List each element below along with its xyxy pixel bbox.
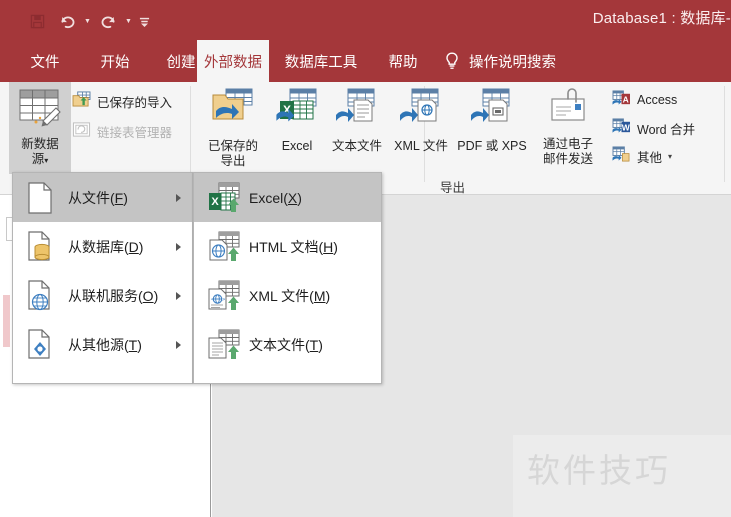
submenu-arrow-icon bbox=[176, 340, 181, 349]
export-more-label: 其他 bbox=[637, 150, 663, 165]
submenu-arrow-icon bbox=[176, 291, 181, 300]
menu-item-from-online-service-label: 从联机服务(O) bbox=[68, 287, 159, 304]
ribbon-separator-3 bbox=[724, 86, 725, 182]
xml-file-export-icon bbox=[398, 87, 444, 136]
new-data-source-icon bbox=[16, 87, 64, 134]
submenu-item-text-file[interactable]: 文本文件(T) bbox=[194, 320, 381, 369]
export-access-label: Access bbox=[637, 93, 678, 107]
online-service-icon bbox=[26, 279, 68, 313]
tell-me-label: 操作说明搜索 bbox=[469, 54, 556, 71]
excel-icon: X bbox=[207, 180, 249, 216]
database-icon bbox=[26, 230, 68, 264]
tell-me-search[interactable]: 操作说明搜索 bbox=[444, 40, 556, 82]
linked-table-manager-label: 链接表管理器 bbox=[97, 125, 173, 140]
window-title: Database1 : 数据库- bbox=[592, 10, 731, 27]
submenu-item-excel[interactable]: X Excel(X) bbox=[194, 173, 381, 222]
undo-dropdown-icon[interactable]: ▼ bbox=[82, 9, 93, 33]
tab-file[interactable]: 文件 bbox=[16, 40, 74, 82]
saved-exports-label: 已保存的 导出 bbox=[207, 139, 258, 168]
email-attachment-icon bbox=[546, 87, 590, 134]
lightbulb-icon bbox=[444, 51, 460, 71]
new-data-source-menu: 从文件(F) 从数据库(D) 从联机服务(O) 从其他源(T) bbox=[12, 172, 193, 384]
text-file-export-icon bbox=[334, 87, 380, 136]
access-export-icon: A bbox=[612, 90, 631, 110]
export-excel-button[interactable]: X Excel bbox=[270, 82, 324, 154]
export-pdf-xps-button[interactable]: PDF 或 XPS bbox=[456, 82, 528, 154]
svg-text:<: < bbox=[211, 297, 214, 303]
export-access-button[interactable]: A Access bbox=[612, 90, 677, 110]
export-xml-file-label: XML 文件 bbox=[394, 139, 448, 153]
svg-text:>: > bbox=[222, 297, 225, 303]
export-email-button[interactable]: 通过电子 邮件发送 bbox=[532, 82, 604, 167]
customize-qat-icon[interactable] bbox=[134, 9, 154, 33]
menu-item-from-other-source-label: 从其他源(T) bbox=[68, 336, 142, 353]
export-more-caret-icon[interactable]: ▾ bbox=[668, 152, 672, 161]
tab-database-tools[interactable]: 数据库工具 bbox=[275, 40, 367, 82]
tab-external-data[interactable]: 外部数据 bbox=[197, 40, 269, 82]
submenu-arrow-icon bbox=[176, 193, 181, 202]
linked-table-manager-icon bbox=[72, 121, 91, 141]
text-file-icon bbox=[207, 327, 249, 363]
svg-text:X: X bbox=[211, 196, 219, 208]
export-word-merge-label: Word 合并 bbox=[637, 122, 696, 137]
export-text-file-label: 文本文件 bbox=[331, 139, 382, 153]
undo-icon[interactable] bbox=[52, 9, 82, 33]
menu-item-from-online-service[interactable]: 从联机服务(O) bbox=[13, 271, 192, 320]
watermark-text: 软件技巧 bbox=[527, 451, 671, 490]
tab-help[interactable]: 帮助 bbox=[378, 40, 428, 82]
export-excel-label: Excel bbox=[281, 139, 313, 153]
export-email-label: 通过电子 邮件发送 bbox=[542, 137, 593, 166]
from-file-submenu: X Excel(X) HTML 文档(H) < > XML 文件(M) 文本文件… bbox=[193, 172, 382, 384]
other-source-icon bbox=[26, 328, 68, 362]
menu-item-from-database[interactable]: 从数据库(D) bbox=[13, 222, 192, 271]
saved-imports-icon bbox=[72, 91, 91, 111]
menu-item-from-other-source[interactable]: 从其他源(T) bbox=[13, 320, 192, 369]
title-bar: ▼ ▼ Database1 : 数据库- bbox=[0, 0, 731, 40]
xml-file-icon: < > bbox=[207, 278, 249, 314]
submenu-item-html-doc[interactable]: HTML 文档(H) bbox=[194, 222, 381, 271]
linked-table-manager-button[interactable]: 链接表管理器 bbox=[72, 121, 172, 141]
quick-access-toolbar: ▼ ▼ bbox=[22, 9, 154, 33]
submenu-item-text-file-label: 文本文件(T) bbox=[249, 336, 323, 353]
svg-text:W: W bbox=[622, 122, 631, 132]
excel-export-icon: X bbox=[274, 87, 320, 136]
menu-item-from-database-label: 从数据库(D) bbox=[68, 238, 144, 255]
svg-text:A: A bbox=[623, 94, 629, 104]
redo-icon[interactable] bbox=[93, 9, 123, 33]
submenu-item-html-doc-label: HTML 文档(H) bbox=[249, 238, 338, 255]
menu-item-from-file-label: 从文件(F) bbox=[68, 189, 128, 206]
ribbon-tab-strip: 文件 开始 创建 外部数据 数据库工具 帮助 操作说明搜索 bbox=[0, 40, 731, 82]
save-icon[interactable] bbox=[22, 9, 52, 33]
more-export-icon bbox=[612, 146, 631, 166]
word-merge-icon: W bbox=[612, 118, 631, 138]
ribbon-group-label-export: 导出 bbox=[440, 181, 466, 195]
export-pdf-xps-label: PDF 或 XPS bbox=[457, 139, 527, 153]
ribbon-separator-1 bbox=[190, 86, 191, 182]
export-text-file-button[interactable]: 文本文件 bbox=[326, 82, 388, 154]
export-word-merge-button[interactable]: W Word 合并 bbox=[612, 118, 695, 138]
pdf-xps-export-icon bbox=[469, 87, 515, 136]
tab-home[interactable]: 开始 bbox=[86, 40, 144, 82]
redo-dropdown-icon[interactable]: ▼ bbox=[123, 9, 134, 33]
saved-exports-button[interactable]: 已保存的 导出 bbox=[200, 82, 266, 169]
saved-imports-button[interactable]: 已保存的导入 bbox=[72, 91, 172, 111]
new-data-source-button[interactable]: 新数据 源▾ bbox=[9, 82, 71, 174]
menu-item-from-file[interactable]: 从文件(F) bbox=[13, 173, 192, 222]
submenu-item-xml-file-label: XML 文件(M) bbox=[249, 287, 331, 304]
submenu-item-xml-file[interactable]: < > XML 文件(M) bbox=[194, 271, 381, 320]
export-xml-file-button[interactable]: XML 文件 bbox=[390, 82, 452, 154]
saved-exports-icon bbox=[209, 87, 257, 136]
submenu-arrow-icon bbox=[176, 242, 181, 251]
file-icon bbox=[26, 181, 68, 215]
html-doc-icon bbox=[207, 229, 249, 265]
export-more-button[interactable]: 其他 ▾ bbox=[612, 146, 672, 166]
saved-imports-label: 已保存的导入 bbox=[97, 95, 173, 110]
navigation-pane-highlight bbox=[3, 295, 10, 347]
submenu-item-excel-label: Excel(X) bbox=[249, 189, 302, 206]
access-window: ▼ ▼ Database1 : 数据库- 文件 开始 创建 外部数据 数据库工具… bbox=[0, 0, 731, 517]
new-data-source-label: 新数据 源▾ bbox=[21, 137, 59, 166]
